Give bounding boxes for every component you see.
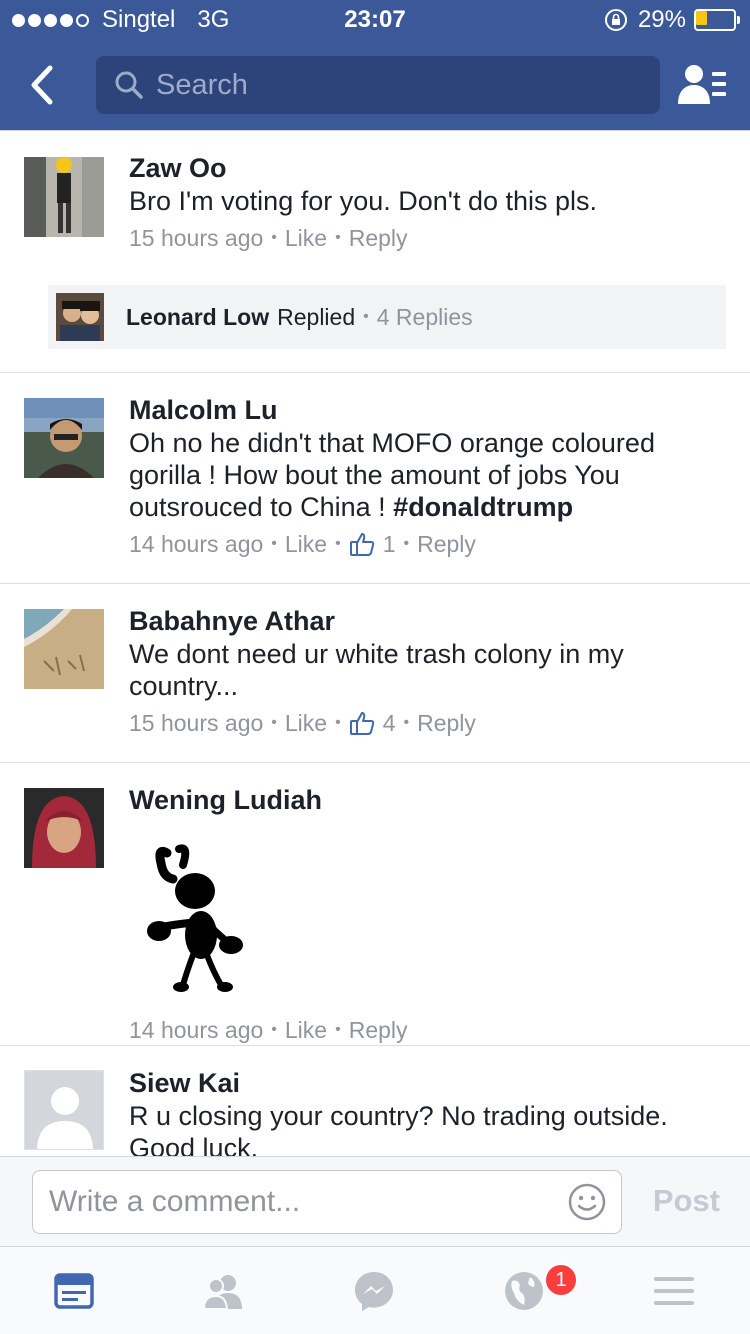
- tab-bar: 1: [0, 1246, 750, 1334]
- notification-badge: 1: [544, 1263, 578, 1297]
- hashtag-link[interactable]: #donaldtrump: [393, 492, 573, 522]
- comment-timestamp: 14 hours ago: [129, 531, 264, 557]
- comment-timestamp: 14 hours ago: [129, 1017, 264, 1043]
- comment-item: Wening Ludiah 14 hours ago • Like • Repl…: [0, 763, 750, 1046]
- reply-avatar: [56, 293, 104, 341]
- like-count[interactable]: 4: [383, 708, 396, 738]
- comment-text: We dont need ur white trash colony in my…: [129, 639, 624, 701]
- avatar[interactable]: [24, 788, 104, 868]
- status-bar: Singtel 3G 23:07 29%: [0, 0, 750, 40]
- battery-percent: 29%: [637, 6, 686, 33]
- reply-action: Replied: [277, 303, 356, 330]
- comment-meta: 15 hours ago • Like • 4 • Reply: [129, 708, 476, 738]
- news-feed-icon[interactable]: [52, 1269, 96, 1313]
- comment-item: Zaw Oo Bro I'm voting for you. Don't do …: [0, 131, 750, 373]
- like-link[interactable]: Like: [285, 223, 327, 253]
- comment-text: Oh no he didn't that MOFO orange coloure…: [129, 427, 720, 523]
- comment-meta: 15 hours ago • Like • Reply: [129, 223, 408, 253]
- avatar[interactable]: [24, 609, 104, 689]
- reply-link[interactable]: Reply: [349, 223, 408, 253]
- sticker-image[interactable]: [139, 843, 249, 993]
- messenger-icon[interactable]: [352, 1269, 396, 1313]
- thumbs-up-icon: [349, 533, 374, 556]
- comment-input-box[interactable]: Write a comment...: [32, 1170, 622, 1234]
- reply-author[interactable]: Leonard Low: [126, 304, 269, 331]
- search-icon: [115, 71, 143, 99]
- friend-requests-icon[interactable]: [202, 1269, 246, 1313]
- orientation-lock-icon: [604, 9, 627, 31]
- status-right: 29%: [604, 6, 740, 34]
- comment-author[interactable]: Zaw Oo: [129, 153, 720, 183]
- reply-summary[interactable]: Leonard Low Replied • 4 Replies: [48, 285, 726, 349]
- comment-author[interactable]: Malcolm Lu: [129, 395, 720, 425]
- comment-text: Bro I'm voting for you. Don't do this pl…: [129, 186, 598, 216]
- reply-link[interactable]: Reply: [417, 529, 476, 559]
- comment-input[interactable]: Write a comment...: [49, 1185, 567, 1219]
- nav-bar: Search: [0, 40, 750, 130]
- post-button[interactable]: Post: [653, 1183, 720, 1219]
- notifications-globe-icon[interactable]: [502, 1269, 546, 1313]
- comment-author[interactable]: Wening Ludiah: [129, 785, 720, 815]
- like-link[interactable]: Like: [285, 529, 327, 559]
- like-count[interactable]: 1: [383, 529, 396, 559]
- search-box[interactable]: Search: [96, 56, 660, 114]
- like-link[interactable]: Like: [285, 708, 327, 738]
- avatar[interactable]: [24, 157, 104, 237]
- comment-list[interactable]: Zaw Oo Bro I'm voting for you. Don't do …: [0, 130, 750, 1156]
- comment-author[interactable]: Siew Kai: [129, 1068, 720, 1098]
- search-input[interactable]: Search: [156, 69, 248, 102]
- reply-link[interactable]: Reply: [349, 1015, 408, 1045]
- comment-meta: 14 hours ago • Like • 1 • Reply: [129, 529, 476, 559]
- reply-link[interactable]: Reply: [417, 708, 476, 738]
- reply-count[interactable]: 4 Replies: [377, 304, 473, 331]
- avatar[interactable]: [24, 398, 104, 478]
- comment-item: Malcolm Lu Oh no he didn't that MOFO ora…: [0, 373, 750, 584]
- battery-icon: [694, 9, 740, 31]
- comment-text: R u closing your country? No trading out…: [129, 1101, 668, 1156]
- friend-list-icon[interactable]: [678, 62, 728, 108]
- like-link[interactable]: Like: [285, 1015, 327, 1045]
- more-menu-icon[interactable]: [652, 1269, 696, 1313]
- thumbs-up-icon: [349, 712, 374, 735]
- comment-author[interactable]: Babahnye Athar: [129, 606, 720, 636]
- avatar[interactable]: [24, 1070, 104, 1150]
- battery-fill: [696, 11, 707, 25]
- comment-timestamp: 15 hours ago: [129, 710, 264, 736]
- back-chevron-icon[interactable]: [20, 60, 70, 110]
- comment-item: Babahnye Athar We dont need ur white tra…: [0, 584, 750, 763]
- comment-item: Siew Kai R u closing your country? No tr…: [0, 1046, 750, 1156]
- comment-timestamp: 15 hours ago: [129, 225, 264, 251]
- comment-composer: Write a comment... Post: [0, 1156, 750, 1246]
- emoji-icon[interactable]: [567, 1182, 607, 1222]
- comment-meta: 14 hours ago • Like • Reply: [129, 1015, 408, 1045]
- comment-text-body: Oh no he didn't that MOFO orange coloure…: [129, 428, 655, 522]
